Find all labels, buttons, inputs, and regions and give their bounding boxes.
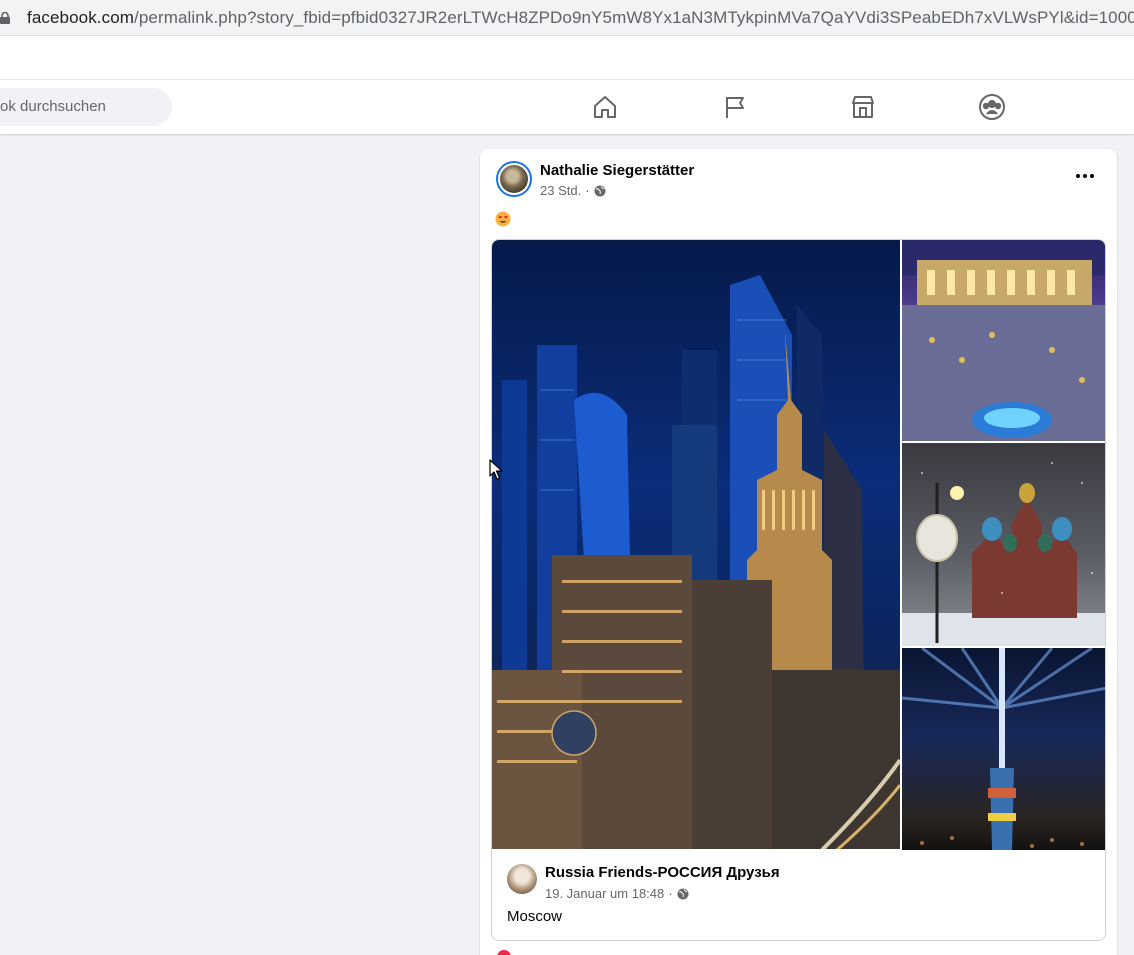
shared-post-meta: 19. Januar um 18:48 ·: [545, 886, 689, 901]
author-avatar[interactable]: [496, 161, 532, 197]
post-meta: 23 Std. ·: [540, 183, 606, 198]
shared-author-name[interactable]: Russia Friends-РОССИЯ Друзья: [545, 864, 780, 881]
heart-eyes-emoji: [495, 211, 511, 227]
globe-icon: [677, 888, 689, 899]
lock-icon: [0, 12, 10, 24]
st-basils-cathedral-photo[interactable]: [902, 443, 1105, 646]
meta-separator: ·: [585, 183, 590, 198]
mouse-cursor-icon: [489, 459, 503, 480]
shared-post-timestamp[interactable]: 19. Januar um 18:48: [545, 886, 664, 901]
post-timestamp[interactable]: 23 Std.: [540, 183, 581, 198]
shared-post[interactable]: Russia Friends-РОССИЯ Друзья 19. Januar …: [491, 239, 1106, 941]
groups-icon[interactable]: [978, 93, 1006, 121]
facebook-top-nav: ok durchsuchen: [0, 80, 1134, 134]
manege-square-photo[interactable]: [902, 240, 1105, 441]
pages-flag-icon[interactable]: [720, 93, 748, 121]
post-author-name[interactable]: Nathalie Siegerstätter: [540, 162, 694, 179]
url-text[interactable]: facebook.com/permalink.php?story_fbid=pf…: [27, 8, 1134, 28]
globe-icon: [594, 185, 606, 196]
more-options-icon[interactable]: [1072, 166, 1098, 186]
search-input[interactable]: ok durchsuchen: [0, 88, 172, 126]
browser-address-bar[interactable]: facebook.com/permalink.php?story_fbid=pf…: [0, 0, 1134, 36]
post-card: Nathalie Siegerstätter 23 Std. · Russia …: [480, 149, 1117, 955]
shared-post-text: Moscow: [507, 908, 563, 925]
url-host: facebook.com: [27, 8, 135, 27]
url-path: /permalink.php?story_fbid=pfbid0327JR2er…: [134, 8, 1134, 27]
ostankino-tower-photo[interactable]: [902, 648, 1105, 850]
meta-separator: ·: [668, 886, 673, 901]
marketplace-icon[interactable]: [849, 93, 877, 121]
bookmarks-bar: [0, 36, 1134, 80]
shared-author-avatar[interactable]: [507, 864, 537, 894]
home-icon[interactable]: [591, 93, 619, 121]
moscow-city-skyline-photo[interactable]: [492, 240, 900, 849]
search-placeholder: ok durchsuchen: [0, 98, 106, 115]
